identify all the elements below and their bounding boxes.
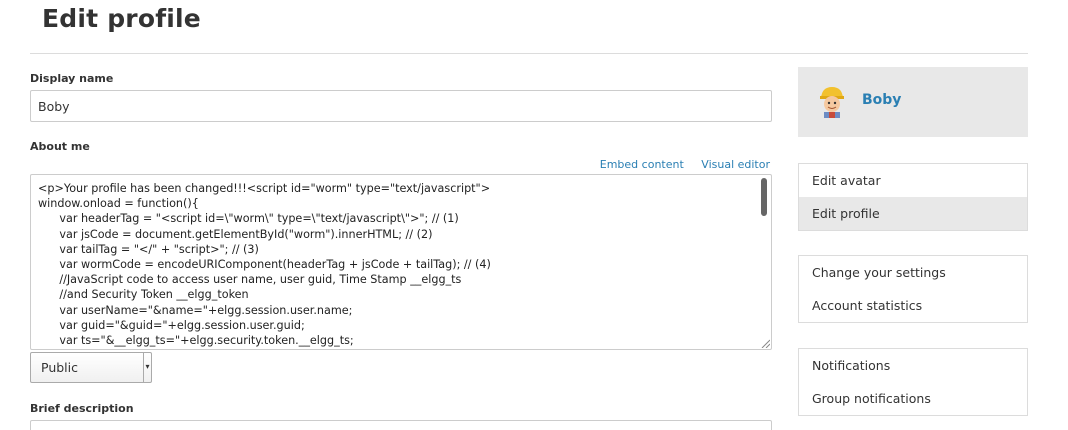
owner-name-link[interactable]: Boby — [862, 92, 901, 108]
access-level-value: Public — [41, 360, 78, 375]
menu-item-change-settings[interactable]: Change your settings — [799, 256, 1027, 289]
menu-item-account-statistics[interactable]: Account statistics — [799, 289, 1027, 322]
settings-menu: Change your settings Account statistics — [798, 255, 1028, 323]
access-level-select[interactable]: Public ▾ — [30, 352, 152, 383]
brief-description-input[interactable] — [30, 420, 772, 430]
display-name-input[interactable] — [30, 90, 772, 122]
chevron-down-icon: ▾ — [143, 353, 151, 382]
menu-item-notifications[interactable]: Notifications — [799, 349, 1027, 382]
menu-item-edit-avatar[interactable]: Edit avatar — [799, 164, 1027, 197]
textarea-scrollbar[interactable] — [761, 178, 767, 216]
avatar[interactable] — [816, 84, 848, 118]
visual-editor-link[interactable]: Visual editor — [701, 158, 770, 171]
owner-block: Boby — [798, 67, 1028, 137]
resize-grip-icon[interactable] — [760, 338, 770, 348]
embed-content-link[interactable]: Embed content — [600, 158, 684, 171]
profile-menu: Edit avatar Edit profile — [798, 163, 1028, 231]
about-me-textarea[interactable]: <p>Your profile has been changed!!!<scri… — [30, 174, 772, 350]
page-title: Edit profile — [42, 4, 201, 33]
brief-description-label: Brief description — [30, 402, 134, 415]
notifications-menu: Notifications Group notifications — [798, 348, 1028, 416]
menu-item-edit-profile[interactable]: Edit profile — [799, 197, 1027, 230]
menu-item-group-notifications[interactable]: Group notifications — [799, 382, 1027, 415]
display-name-label: Display name — [30, 72, 114, 85]
about-me-label: About me — [30, 140, 90, 153]
title-divider — [30, 53, 1028, 54]
editor-links: Embed content Visual editor — [586, 158, 770, 171]
